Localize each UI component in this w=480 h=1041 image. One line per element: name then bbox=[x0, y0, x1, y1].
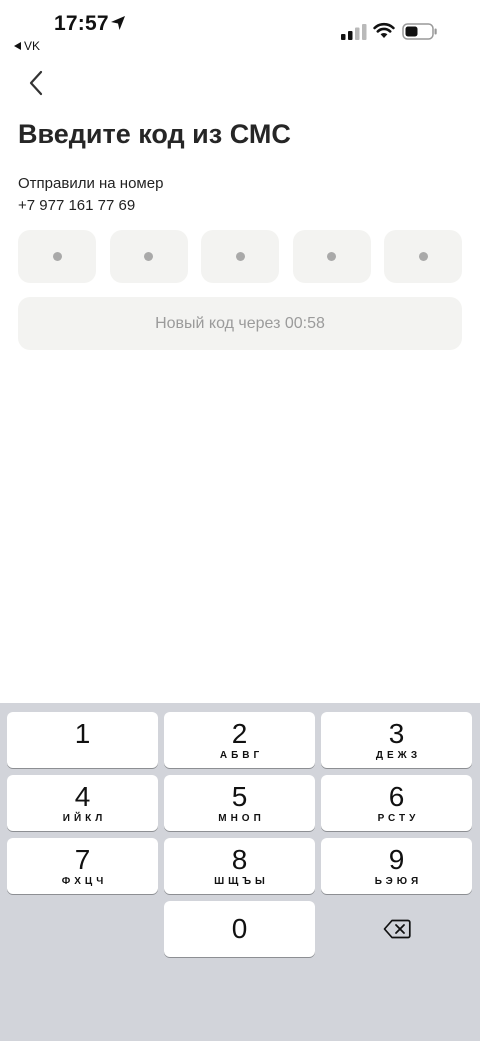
page-title: Введите код из СМС bbox=[18, 119, 291, 149]
wifi-icon bbox=[373, 22, 395, 38]
placeholder-dot bbox=[52, 252, 62, 261]
chevron-left-icon[interactable] bbox=[24, 70, 48, 96]
battery-icon bbox=[402, 23, 437, 40]
key-8[interactable]: 8 ШЩЪЫ bbox=[164, 838, 315, 894]
key-digit: 4 bbox=[74, 781, 91, 812]
placeholder-dot bbox=[235, 252, 245, 261]
code-digit-cell[interactable] bbox=[18, 230, 96, 283]
key-letters: АБВГ bbox=[219, 750, 264, 761]
key-4[interactable]: 4 ИЙКЛ bbox=[7, 775, 158, 831]
key-2[interactable]: 2 АБВГ bbox=[164, 712, 315, 768]
placeholder-dot bbox=[418, 252, 428, 261]
key-digit: 0 bbox=[231, 913, 248, 944]
key-digit: 2 bbox=[231, 718, 248, 749]
phone-number: +7 977 161 77 69 bbox=[18, 197, 136, 214]
placeholder-dot bbox=[144, 252, 153, 261]
code-digit-cell[interactable] bbox=[292, 230, 371, 283]
key-9[interactable]: 9 ЬЭЮЯ bbox=[321, 838, 472, 894]
key-letters: ШЩЪЫ bbox=[214, 876, 269, 887]
key-6[interactable]: 6 РСТУ bbox=[321, 775, 472, 831]
key-7[interactable]: 7 ФХЦЧ bbox=[7, 838, 158, 894]
code-digit-cell[interactable] bbox=[109, 230, 188, 283]
numeric-keyboard: 1 2 АБВГ 3 ДЕЖЗ 4 ИЙКЛ 5 МНОП 6 РСТУ 7 Ф… bbox=[0, 703, 480, 1041]
key-letters: ФХЦЧ bbox=[61, 876, 108, 887]
back-to-app-link[interactable]: VK bbox=[14, 39, 40, 53]
key-letters: ИЙКЛ bbox=[62, 813, 107, 824]
status-time: 17:57 bbox=[54, 12, 109, 35]
key-digit: 1 bbox=[74, 718, 91, 749]
delete-key[interactable] bbox=[321, 901, 472, 957]
back-triangle-icon bbox=[14, 42, 21, 50]
sms-code-input[interactable] bbox=[18, 230, 462, 283]
key-digit: 8 bbox=[231, 844, 248, 875]
back-app-label: VK bbox=[24, 39, 41, 53]
key-digit: 9 bbox=[388, 844, 405, 875]
resend-code-button[interactable]: Новый код через 00:58 bbox=[18, 297, 462, 350]
key-digit: 7 bbox=[74, 844, 91, 875]
key-digit: 3 bbox=[388, 718, 405, 749]
location-arrow-icon bbox=[111, 16, 125, 30]
key-3[interactable]: 3 ДЕЖЗ bbox=[321, 712, 472, 768]
code-digit-cell[interactable] bbox=[384, 230, 462, 283]
key-digit: 6 bbox=[388, 781, 405, 812]
key-digit: 5 bbox=[231, 781, 248, 812]
key-1[interactable]: 1 bbox=[7, 712, 158, 768]
key-letters: МНОП bbox=[218, 813, 265, 824]
sent-to-label: Отправили на номер bbox=[18, 175, 164, 192]
key-letters: РСТУ bbox=[377, 813, 420, 824]
key-5[interactable]: 5 МНОП bbox=[164, 775, 315, 831]
placeholder-dot bbox=[327, 252, 336, 261]
signal-icon bbox=[341, 24, 367, 40]
backspace-icon bbox=[383, 919, 411, 939]
key-0[interactable]: 0 bbox=[164, 901, 315, 957]
code-digit-cell[interactable] bbox=[201, 230, 279, 283]
key-letters: ДЕЖЗ bbox=[375, 750, 422, 761]
key-letters: ЬЭЮЯ bbox=[374, 876, 423, 887]
status-bar: 17:57 VK bbox=[0, 0, 480, 60]
